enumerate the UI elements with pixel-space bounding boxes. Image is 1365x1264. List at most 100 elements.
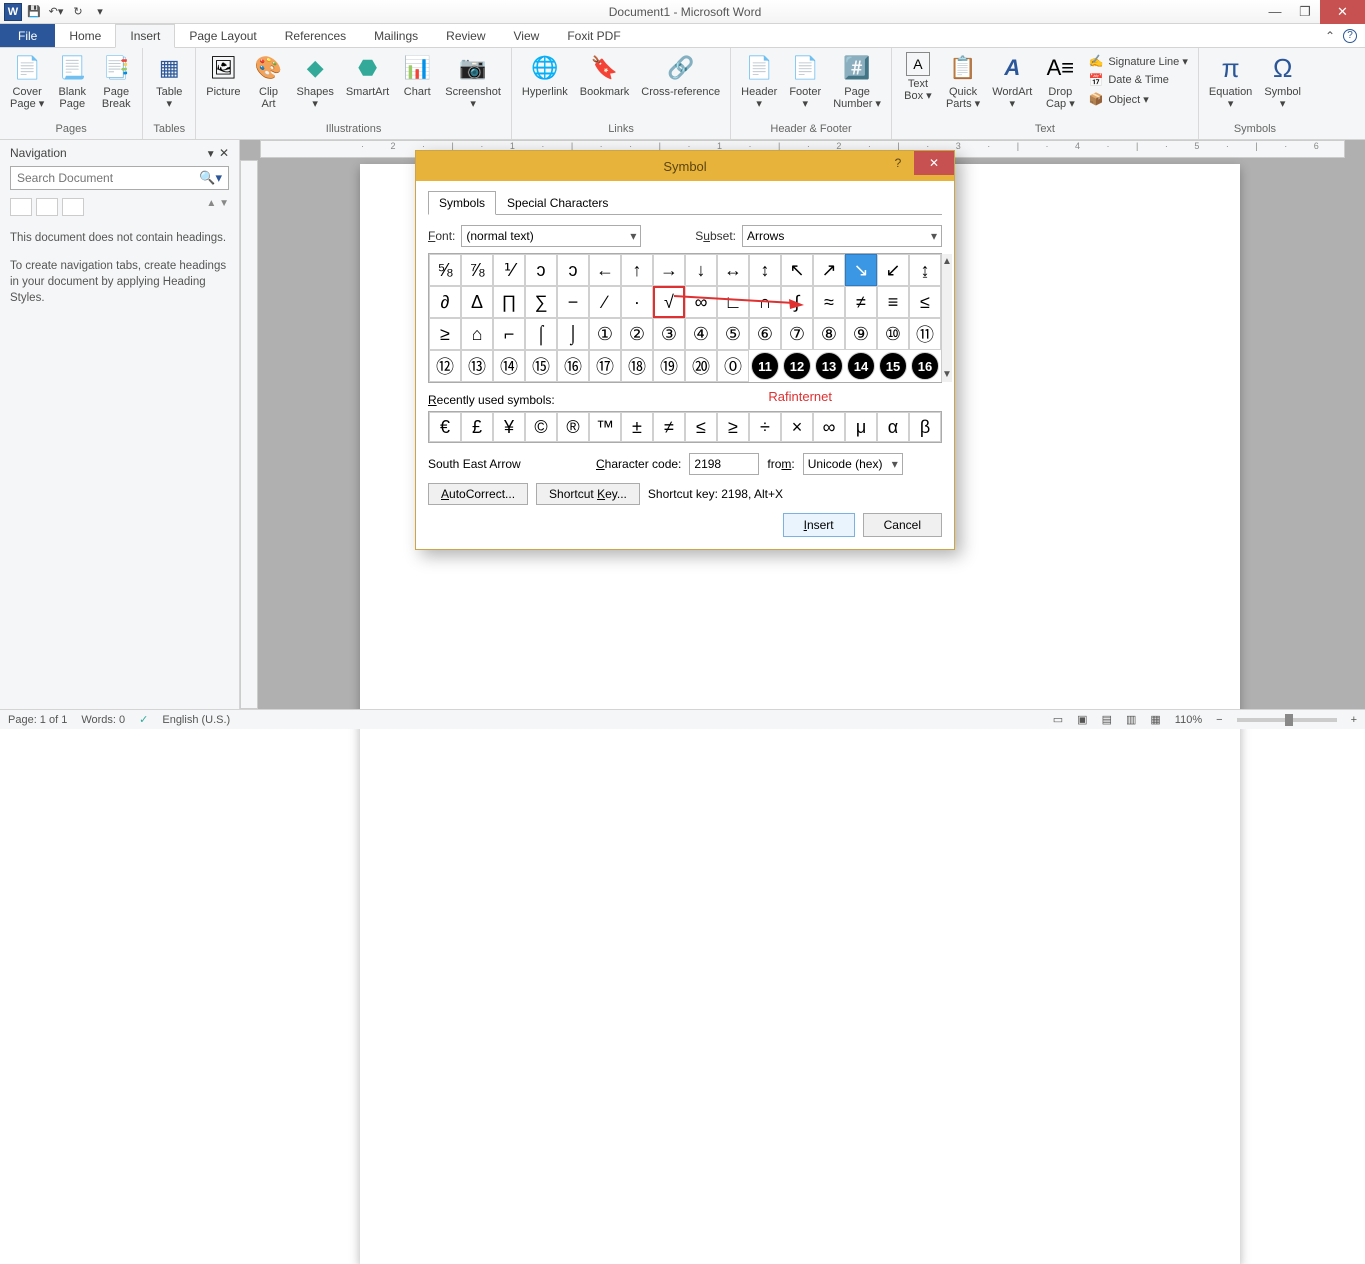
chart-button[interactable]: 📊Chart [397,50,437,100]
symbol-cell[interactable]: ∂ [429,286,461,318]
symbol-cell[interactable]: ⑧ [813,318,845,350]
symbol-cell[interactable]: ∟ [717,286,749,318]
symbol-cell[interactable]: 12 [783,352,811,380]
recent-symbol-cell[interactable]: μ [845,412,877,442]
symbol-cell[interactable]: ⑬ [461,350,493,382]
nav-view-results[interactable] [62,198,84,216]
bookmark-button[interactable]: 🔖Bookmark [576,50,634,100]
symbol-cell[interactable]: ⌂ [461,318,493,350]
symbol-cell[interactable]: ↕ [749,254,781,286]
recent-symbol-cell[interactable]: ¥ [493,412,525,442]
view-draft-icon[interactable]: ▦ [1150,713,1160,726]
smartart-button[interactable]: ⬣SmartArt [342,50,393,100]
tab-references[interactable]: References [271,24,360,47]
symbol-cell[interactable]: √ [653,286,685,318]
symbol-cell[interactable]: ↔ [717,254,749,286]
symbol-cell[interactable]: Δ [461,286,493,318]
symbol-cell[interactable]: ① [589,318,621,350]
recent-symbol-cell[interactable]: α [877,412,909,442]
symbol-cell[interactable]: ② [621,318,653,350]
status-zoom[interactable]: 110% [1175,714,1202,726]
symbol-cell[interactable]: ⅟ [493,254,525,286]
view-full-screen-icon[interactable]: ▣ [1077,713,1087,726]
equation-button[interactable]: πEquation ▾ [1205,50,1256,112]
symbol-cell[interactable]: ⅝ [429,254,461,286]
symbol-cell[interactable]: 11 [751,352,779,380]
symbol-cell[interactable]: ↄ [557,254,589,286]
recent-symbol-cell[interactable]: © [525,412,557,442]
symbol-cell[interactable]: ⑱ [621,350,653,382]
maximize-button[interactable]: ❐ [1290,0,1320,24]
tab-special-chars[interactable]: Special Characters [496,191,619,215]
symbol-cell[interactable]: ≥ [429,318,461,350]
recent-symbol-cell[interactable]: ÷ [749,412,781,442]
nav-collapse-icon[interactable]: ▲ ▼ [206,198,229,216]
redo-icon[interactable]: ↻ [68,2,88,22]
symbol-cell[interactable]: ⑲ [653,350,685,382]
ruler-vertical[interactable] [240,160,258,709]
symbol-cell[interactable]: ⑩ [877,318,909,350]
symbol-cell[interactable]: ⑯ [557,350,589,382]
recent-symbol-cell[interactable]: β [909,412,941,442]
tab-insert[interactable]: Insert [115,24,175,48]
minimize-button[interactable]: — [1260,0,1290,24]
symbol-cell[interactable]: ④ [685,318,717,350]
tab-mailings[interactable]: Mailings [360,24,432,47]
symbol-cell[interactable]: ← [589,254,621,286]
blank-page-button[interactable]: 📃Blank Page [52,50,92,112]
view-web-icon[interactable]: ▤ [1102,713,1112,726]
symbol-button[interactable]: ΩSymbol ▾ [1260,50,1305,112]
recent-symbol-cell[interactable]: × [781,412,813,442]
object-button[interactable]: 📦Object ▾ [1086,90,1190,108]
symbol-cell[interactable]: ③ [653,318,685,350]
symbol-cell[interactable]: 13 [815,352,843,380]
save-icon[interactable]: 💾 [24,2,44,22]
recent-symbol-cell[interactable]: € [429,412,461,442]
symbol-cell[interactable]: ≡ [877,286,909,318]
symbol-cell[interactable]: ∏ [493,286,525,318]
nav-view-headings[interactable] [10,198,32,216]
recent-symbol-cell[interactable]: ™ [589,412,621,442]
tab-symbols[interactable]: Symbols [428,191,496,215]
symbol-cell[interactable]: ⑭ [493,350,525,382]
symbol-cell[interactable]: ↄ [525,254,557,286]
cover-page-button[interactable]: 📄Cover Page ▾ [6,50,48,112]
symbol-cell[interactable]: 14 [847,352,875,380]
collapse-ribbon-icon[interactable]: ⌃ [1325,29,1335,43]
symbol-cell[interactable]: ≈ [813,286,845,318]
view-print-layout-icon[interactable]: ▭ [1053,713,1063,726]
symbol-cell[interactable]: ⑮ [525,350,557,382]
insert-button[interactable]: Insert [783,513,855,537]
crossref-button[interactable]: 🔗Cross-reference [637,50,724,100]
symbol-cell[interactable]: 16 [911,352,939,380]
from-select[interactable]: Unicode (hex) [803,453,903,475]
nav-view-pages[interactable] [36,198,58,216]
dialog-help-icon[interactable]: ? [882,151,914,175]
symbol-cell[interactable]: ≤ [909,286,941,318]
signature-line-button[interactable]: ✍Signature Line ▾ [1086,52,1190,70]
tab-review[interactable]: Review [432,24,499,47]
help-icon[interactable]: ? [1343,29,1357,43]
symbol-cell[interactable]: ∕ [589,286,621,318]
symbol-cell[interactable]: ⑫ [429,350,461,382]
nav-search[interactable]: 🔍▾ [10,166,229,190]
drop-cap-button[interactable]: A≡Drop Cap ▾ [1040,50,1080,112]
nav-dropdown-icon[interactable]: ▼ [206,149,216,160]
dialog-titlebar[interactable]: Symbol ? ✕ [416,151,954,181]
tab-home[interactable]: Home [55,24,115,47]
symbol-cell[interactable]: ⑳ [685,350,717,382]
symbol-cell[interactable]: → [653,254,685,286]
symbol-cell[interactable]: ⑦ [781,318,813,350]
char-code-input[interactable] [689,453,759,475]
symbol-cell[interactable]: ↙ [877,254,909,286]
symbol-cell[interactable]: ∩ [749,286,781,318]
symbol-cell[interactable]: ↘ [845,254,877,286]
symbol-cell[interactable]: ↗ [813,254,845,286]
symbol-cell[interactable]: ∑ [525,286,557,318]
quick-parts-button[interactable]: 📋Quick Parts ▾ [942,50,984,112]
tab-view[interactable]: View [500,24,554,47]
cancel-button[interactable]: Cancel [863,513,942,537]
subset-select[interactable]: Arrows [742,225,942,247]
tab-page-layout[interactable]: Page Layout [175,24,270,47]
dialog-close-button[interactable]: ✕ [914,151,954,175]
